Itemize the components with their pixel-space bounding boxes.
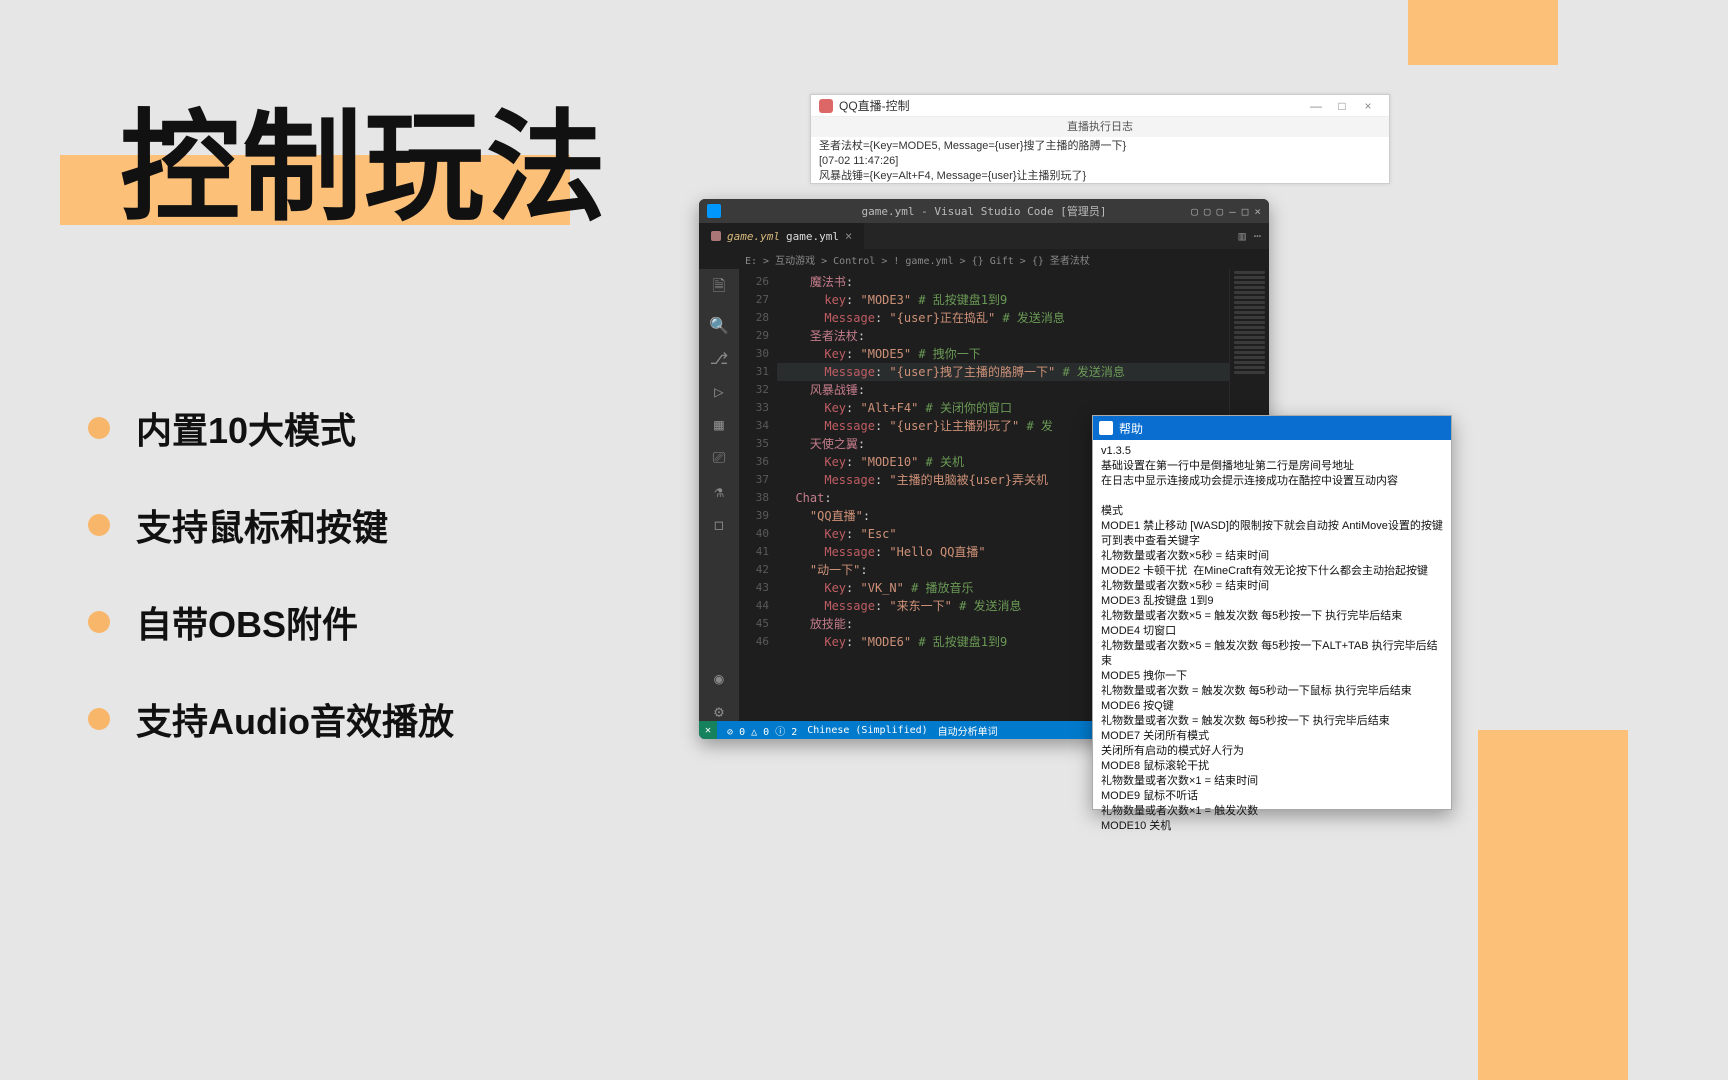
help-line: MODE3 乱按键盘 1到9 [1101,594,1443,609]
bullet-icon [88,417,110,439]
help-line: 礼物数量或者次数 = 触发次数 每5秒动一下鼠标 执行完毕后结束 [1101,684,1443,699]
help-title-text: 帮助 [1119,420,1143,437]
vscode-title-text: game.yml - Visual Studio Code [管理员] [862,203,1107,219]
code-line[interactable]: Key: "MODE5" # 拽你一下 [777,345,1229,363]
feature-item: 支持鼠标和按键 [88,499,454,551]
close-button[interactable]: × [1355,99,1381,113]
breadcrumbs[interactable]: E: > 互动游戏 > Control > ! game.yml > {} Gi… [699,249,1269,269]
code-line[interactable]: 魔法书: [777,273,1229,291]
split-editor-icon[interactable]: ▥ [1239,229,1246,243]
feature-label: 支持鼠标和按键 [136,499,388,551]
status-mid[interactable]: 自动分析单词 [938,723,998,738]
feature-item: 自带OBS附件 [88,596,454,648]
status-language[interactable]: Chinese (Simplified) [807,725,927,736]
problems-indicator[interactable]: ⊘ 0 △ 0 ⓘ 2 [727,723,797,738]
help-line: MODE6 按Q键 [1101,699,1443,714]
minimize-button[interactable]: — [1303,99,1329,113]
tab-label: game.yml [786,230,839,243]
maximize-button[interactable]: □ [1242,205,1249,218]
help-line: v1.3.5 [1101,444,1443,459]
close-icon[interactable]: × [845,229,852,243]
explorer-icon[interactable]: 🗎 [713,275,726,302]
layout-icon[interactable]: ▢ [1204,205,1211,218]
help-line [1101,489,1443,504]
minimize-button[interactable]: — [1229,205,1236,218]
source-control-icon[interactable]: ⎇ [710,349,728,368]
maximize-button[interactable]: □ [1329,99,1355,113]
bullet-icon [88,514,110,536]
decoration-bottom [1478,730,1628,1080]
log-titlebar[interactable]: QQ直播-控制 — □ × [811,95,1389,117]
code-line[interactable]: Message: "{user}正在捣乱" # 发送消息 [777,309,1229,327]
page-title: 控制玩法 [120,70,608,244]
feature-label: 支持Audio音效播放 [136,693,454,745]
help-line: 礼物数量或者次数×1 = 触发次数 [1101,804,1443,819]
help-titlebar[interactable]: 帮助 [1093,416,1451,440]
decoration-top [1408,0,1558,65]
line-numbers: 2627282930313233343536373839404142434445… [739,269,777,721]
feature-item: 内置10大模式 [88,402,454,454]
help-line: 礼物数量或者次数×1 = 结束时间 [1101,774,1443,789]
log-line: [07-02 11:47:26] [819,154,1381,169]
bullet-icon [88,708,110,730]
remote-icon[interactable]: ⎚ [713,448,726,468]
help-window: 帮助 v1.3.5基础设置在第一行中是倒播地址第二行是房间号地址在日志中显示连接… [1092,415,1452,810]
log-section-header: 直播执行日志 [811,117,1389,137]
accounts-icon[interactable]: ◉ [714,669,724,688]
more-icon[interactable]: ⋯ [1254,229,1261,243]
help-line: 关闭所有启动的模式好人行为 [1101,744,1443,759]
code-line[interactable]: 风暴战锤: [777,381,1229,399]
code-line[interactable]: key: "MODE3" # 乱按键盘1到9 [777,291,1229,309]
editor-tab-game-yml[interactable]: game.yml game.yml × [699,223,864,249]
remote-indicator[interactable]: ✕ [699,721,717,739]
testing-icon[interactable]: ⚗ [714,482,724,501]
help-line: MODE8 鼠标滚轮干扰 [1101,759,1443,774]
help-line: 在日志中显示连接成功会提示连接成功在酷控中设置互动内容 [1101,474,1443,489]
help-line: MODE10 关机 [1101,819,1443,834]
activity-bar: 🗎 🔍 ⎇ ▷ ▦ ⎚ ⚗ ◻ ◉ ⚙ [699,269,739,721]
help-line: MODE5 拽你一下 [1101,669,1443,684]
layout-icon[interactable]: ▢ [1217,205,1224,218]
help-line: MODE7 关闭所有模式 [1101,729,1443,744]
app-icon [819,99,833,113]
bullet-icon [88,611,110,633]
help-line: 礼物数量或者次数×5秒 = 结束时间 [1101,549,1443,564]
code-line[interactable]: 圣者法杖: [777,327,1229,345]
log-line: 风暴战锤={Key=Alt+F4, Message={user}让主播别玩了} [819,169,1381,184]
log-window: QQ直播-控制 — □ × 直播执行日志 圣者法杖={Key=MODE5, Me… [810,94,1390,184]
vscode-logo-icon [707,204,721,218]
feature-item: 支持Audio音效播放 [88,693,454,745]
log-window-title: QQ直播-控制 [839,97,910,114]
help-line: 礼物数量或者次数×5 = 触发次数 每5秒按一下 执行完毕后结束 [1101,609,1443,624]
help-line: MODE4 切窗口 [1101,624,1443,639]
help-line: MODE1 禁止移动 [WASD]的限制按下就会自动按 AntiMove设置的按… [1101,519,1443,549]
help-line: 基础设置在第一行中是倒播地址第二行是房间号地址 [1101,459,1443,474]
help-line: MODE2 卡顿干扰 在MineCraft有效无论按下什么都会主动抬起按键 [1101,564,1443,579]
log-line: 圣者法杖={Key=MODE5, Message={user}搜了主播的胳膊一下… [819,139,1381,154]
bookmark-icon[interactable]: ◻ [714,515,724,534]
close-button[interactable]: × [1254,205,1261,218]
extensions-icon[interactable]: ▦ [714,415,724,434]
layout-icon[interactable]: ▢ [1191,205,1198,218]
feature-label: 内置10大模式 [136,402,356,454]
feature-list: 内置10大模式支持鼠标和按键自带OBS附件支持Audio音效播放 [88,402,454,790]
code-line[interactable]: Message: "{user}拽了主播的胳膊一下" # 发送消息 [777,363,1229,381]
help-body: v1.3.5基础设置在第一行中是倒播地址第二行是房间号地址在日志中显示连接成功会… [1093,440,1451,840]
help-line: 礼物数量或者次数×5秒 = 结束时间 [1101,579,1443,594]
feature-label: 自带OBS附件 [136,596,358,648]
run-debug-icon[interactable]: ▷ [714,382,724,401]
yaml-file-icon [711,231,721,241]
search-icon[interactable]: 🔍 [709,316,729,335]
editor-tabs: game.yml game.yml × ▥ ⋯ [699,223,1269,249]
settings-icon[interactable]: ⚙ [714,702,724,721]
coffee-icon [1099,421,1113,435]
tab-label: game.yml [727,230,780,243]
vscode-titlebar[interactable]: game.yml - Visual Studio Code [管理员] ▢ ▢ … [699,199,1269,223]
help-line: MODE9 鼠标不听话 [1101,789,1443,804]
log-body: 圣者法杖={Key=MODE5, Message={user}搜了主播的胳膊一下… [811,137,1389,186]
help-line: 模式 [1101,504,1443,519]
help-line: 礼物数量或者次数×5 = 触发次数 每5秒按一下ALT+TAB 执行完毕后结束 [1101,639,1443,669]
help-line: 礼物数量或者次数 = 触发次数 每5秒按一下 执行完毕后结束 [1101,714,1443,729]
